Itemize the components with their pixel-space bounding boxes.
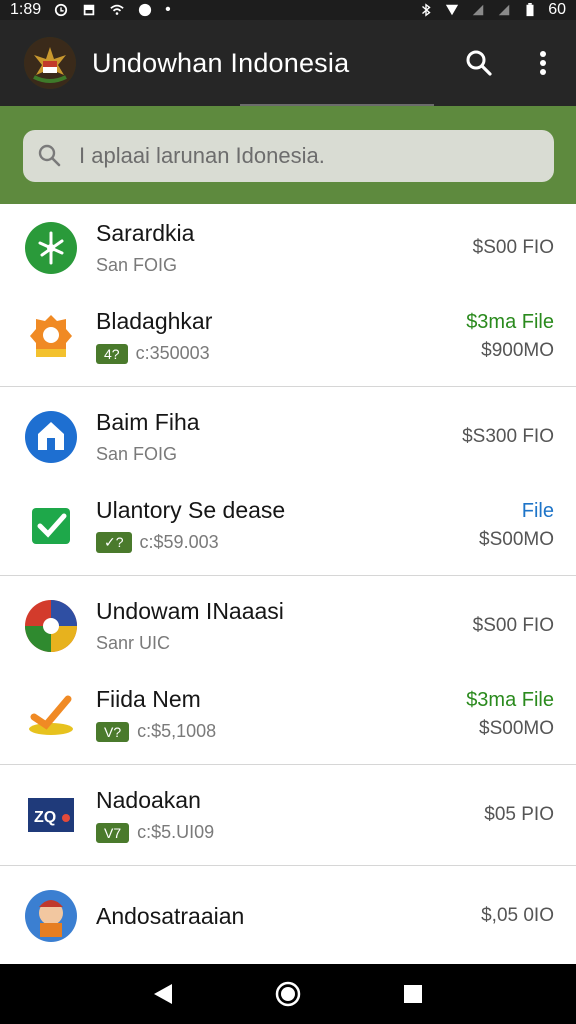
item-price-secondary: $S00MO — [479, 717, 554, 739]
item-price-block: $3ma File $S00MO — [466, 689, 554, 740]
list-item[interactable]: Bladaghkar 4? c:350003 $3ma File $900MO — [0, 292, 576, 380]
item-price: $,05 0IO — [481, 905, 554, 926]
green-plant-icon — [24, 221, 78, 275]
garuda-logo-icon — [24, 37, 76, 89]
list-item[interactable]: Andosatraaian $,05 0IO — [0, 872, 576, 960]
list-group: Sarardkia San FOIG $S00 FIO Bladaghkar 4? c:3… — [0, 204, 576, 387]
more-vert-icon — [540, 51, 546, 75]
item-price: $S00 FIO — [472, 237, 554, 258]
cell-signal-2-icon — [498, 4, 510, 16]
item-price: $S300 FIO — [462, 426, 554, 447]
item-price-block: $3ma File $900MO — [466, 311, 554, 362]
recents-square-icon — [404, 985, 423, 1003]
item-price-block: $S00 FIO — [473, 615, 554, 637]
item-price: $3ma File — [466, 310, 554, 333]
item-price-secondary: $S00MO — [479, 528, 554, 550]
wifi-icon — [110, 4, 124, 15]
item-tag-badge: ✓? — [96, 532, 132, 553]
item-subtitle-text: c:350003 — [135, 343, 210, 363]
item-subtitle-text: c:$5.UI09 — [137, 822, 215, 842]
list-item[interactable]: ZQ Nadoakan V7 c:$5.UI09 $05 PIO — [0, 771, 576, 859]
list-item[interactable]: Ulantory Se dease ✓? c:$59.003 File $S00MO — [0, 481, 576, 569]
list-group: Undowam INaaasi Sanr UIC $S00 FIO Fiida Nem… — [0, 576, 576, 765]
app-title: Undowhan Indonesia — [92, 47, 350, 78]
image-icon — [83, 4, 95, 16]
app-list: Sarardkia San FOIG $S00 FIO Bladaghkar 4? c:3… — [0, 204, 576, 964]
item-subtitle-text: c:$59.003 — [139, 532, 219, 552]
more-notifications-dot: • — [165, 1, 171, 18]
item-price-secondary: $900MO — [481, 339, 554, 361]
search-placeholder: I aplaai larunan Idonesia. — [79, 143, 325, 168]
status-bar: 1:89 • 60 — [0, 0, 576, 20]
orange-badge-icon — [24, 309, 78, 363]
overflow-menu-button[interactable] — [528, 48, 558, 78]
navigation-bar — [0, 964, 576, 1024]
battery-level: 60 — [548, 1, 566, 18]
item-price-block: $S00 FIO — [473, 237, 554, 259]
item-price: $3ma File — [466, 688, 554, 711]
character-avatar-icon — [24, 889, 78, 943]
search-button[interactable] — [464, 48, 494, 78]
back-button[interactable] — [148, 979, 178, 1009]
item-subtitle-text: Sanr UIC — [96, 633, 171, 653]
recents-button[interactable] — [398, 979, 428, 1009]
item-price: File — [521, 499, 554, 522]
battery-icon — [526, 3, 534, 17]
list-item[interactable]: Undowam INaaasi Sanr UIC $S00 FIO — [0, 582, 576, 670]
list-group: Andosatraaian $,05 0IO — [0, 866, 576, 964]
item-price: $S00 FIO — [472, 615, 554, 636]
item-tag-badge: V? — [96, 721, 130, 742]
item-price: $05 PIO — [484, 804, 554, 825]
home-circle-icon — [275, 981, 301, 1007]
alarm-icon — [55, 3, 68, 17]
list-group: Baim Fiha San FOIG $S300 FIO Ulantory Se de… — [0, 387, 576, 576]
notification-icon — [139, 3, 152, 17]
app-bar: Undowhan Indonesia — [0, 20, 576, 106]
home-button[interactable] — [273, 979, 303, 1009]
back-triangle-icon — [153, 984, 172, 1004]
signal-icon — [446, 4, 459, 16]
list-item[interactable]: Fiida Nem V? c:$5,1008 $3ma File $S00MO — [0, 670, 576, 758]
item-price-block: $05 PIO — [484, 804, 554, 826]
search-icon — [466, 50, 492, 76]
list-group: ZQ Nadoakan V7 c:$5.UI09 $05 PIO — [0, 765, 576, 866]
search-band: I aplaai larunan Idonesia. — [0, 106, 576, 204]
search-field-icon — [38, 144, 61, 167]
item-subtitle-text: San FOIG — [96, 444, 178, 464]
bluetooth-icon — [422, 3, 431, 17]
search-input[interactable]: I aplaai larunan Idonesia. — [23, 130, 554, 182]
cell-signal-icon — [472, 4, 484, 16]
zq-logo-icon: ZQ — [24, 788, 78, 842]
item-subtitle-text: c:$5,1008 — [137, 721, 217, 741]
item-price-block: $S300 FIO — [462, 426, 554, 448]
status-time: 1:89 — [10, 1, 42, 18]
blue-home-icon — [24, 410, 78, 464]
item-price-block: File $S00MO — [479, 500, 554, 551]
item-tag-badge: 4? — [96, 343, 128, 364]
svg-text:ZQ: ZQ — [34, 809, 56, 826]
colorful-pie-icon — [24, 599, 78, 653]
green-check-icon — [24, 498, 78, 552]
item-tag-badge: V7 — [96, 822, 130, 843]
item-subtitle-text: San FOIG — [96, 255, 178, 275]
list-item[interactable]: Sarardkia San FOIG $S00 FIO — [0, 204, 576, 292]
item-price-block: $,05 0IO — [481, 905, 554, 927]
yellow-check-icon — [24, 687, 78, 741]
list-item[interactable]: Baim Fiha San FOIG $S300 FIO — [0, 393, 576, 481]
